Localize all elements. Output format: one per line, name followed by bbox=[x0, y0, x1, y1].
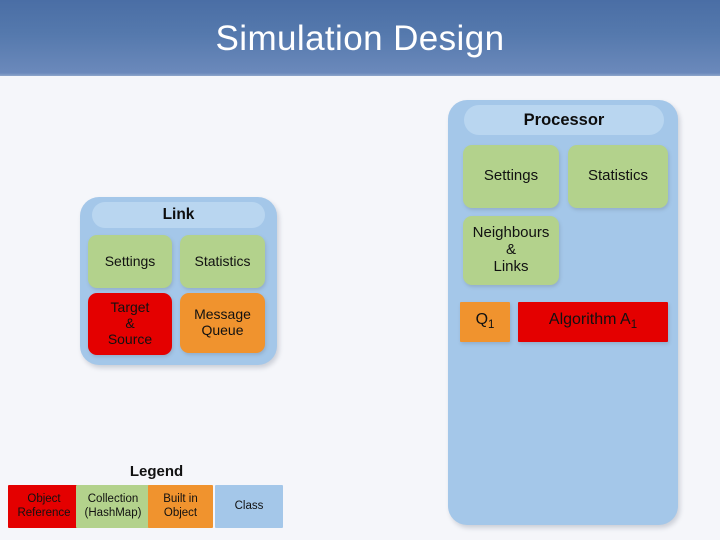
processor-statistics-label: Statistics bbox=[587, 167, 648, 185]
processor-title-label: Processor bbox=[523, 110, 605, 129]
legend-objref-line2: Reference bbox=[17, 506, 71, 519]
link-target-label-line1: Target bbox=[110, 299, 150, 316]
link-member-message-queue[interactable]: Message Queue bbox=[180, 293, 265, 353]
processor-member-algorithm[interactable]: Algorithm A1 bbox=[518, 302, 668, 342]
legend-title: Legend bbox=[129, 463, 184, 480]
processor-neighbours-label-line3: Links bbox=[493, 257, 529, 275]
page-title: Simulation Design bbox=[215, 18, 505, 58]
processor-member-queue[interactable]: Q1 bbox=[460, 302, 510, 342]
legend-item-class: Class bbox=[215, 485, 283, 528]
link-member-statistics[interactable]: Statistics bbox=[180, 235, 265, 288]
processor-queue-label: Q1 bbox=[475, 311, 495, 332]
processor-settings-label: Settings bbox=[483, 167, 539, 185]
legend-builtin-line1: Built in bbox=[163, 492, 198, 505]
link-target-label-line2: & bbox=[125, 315, 135, 332]
legend-builtin-line2: Object bbox=[163, 506, 198, 519]
processor-algorithm-label: Algorithm A1 bbox=[548, 311, 638, 332]
legend-collection-line1: Collection bbox=[87, 492, 139, 505]
processor-neighbours-label-line1: Neighbours bbox=[472, 224, 550, 242]
link-message-label-line1: Message bbox=[194, 306, 251, 323]
processor-member-neighbours-links[interactable]: Neighbours & Links bbox=[463, 216, 559, 285]
legend-item-builtin-object: Built in Object bbox=[148, 485, 213, 528]
link-target-label-line3: Source bbox=[107, 330, 153, 347]
link-member-target-source[interactable]: Target & Source bbox=[88, 293, 172, 355]
link-settings-label: Settings bbox=[104, 252, 156, 269]
link-title-label: Link bbox=[162, 206, 195, 224]
slide-title-banner: Simulation Design bbox=[0, 0, 720, 76]
processor-algorithm-subscript: 1 bbox=[630, 319, 638, 332]
legend-class-line1: Class bbox=[234, 499, 264, 512]
processor-neighbours-label-line2: & bbox=[505, 241, 516, 259]
legend-item-object-reference: Object Reference bbox=[8, 485, 80, 528]
processor-member-statistics[interactable]: Statistics bbox=[568, 145, 668, 208]
link-member-settings[interactable]: Settings bbox=[88, 235, 172, 288]
legend-objref-line1: Object bbox=[27, 492, 61, 505]
processor-title-pill: Processor bbox=[464, 105, 664, 135]
link-message-label-line2: Queue bbox=[201, 322, 244, 338]
legend-item-collection: Collection (HashMap) bbox=[76, 485, 150, 528]
processor-member-settings[interactable]: Settings bbox=[463, 145, 559, 208]
link-title-pill: Link bbox=[92, 202, 265, 228]
legend-collection-line2: (HashMap) bbox=[84, 506, 142, 519]
processor-queue-subscript: 1 bbox=[488, 319, 495, 332]
link-statistics-label: Statistics bbox=[194, 252, 251, 269]
